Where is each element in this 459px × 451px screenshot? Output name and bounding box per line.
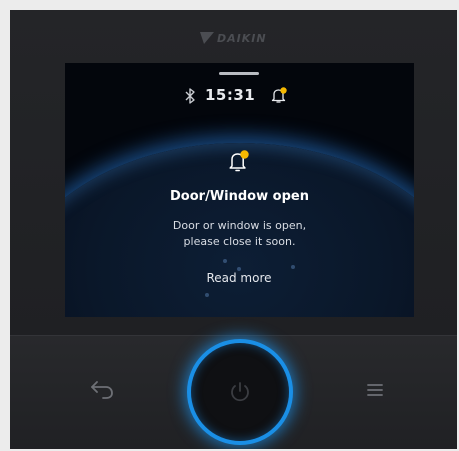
alert-message-line: please close it soon. xyxy=(183,235,296,248)
notification-bell-icon[interactable] xyxy=(270,86,288,104)
brand-name: DAIKIN xyxy=(217,31,267,45)
daikin-logo-icon xyxy=(200,32,214,44)
screen-sparkle xyxy=(205,293,209,297)
power-button[interactable] xyxy=(191,343,289,441)
display-screen: 15:31 Door/Window open Door or window is… xyxy=(65,63,414,317)
screen-sparkle xyxy=(291,265,295,269)
bluetooth-icon xyxy=(185,88,195,104)
alert-message: Door or window is open, please close it … xyxy=(65,218,414,250)
brand-logo: DAIKIN xyxy=(200,30,267,46)
clock-time: 15:31 xyxy=(205,86,256,104)
alert-message-line: Door or window is open, xyxy=(172,219,307,232)
read-more-link[interactable]: Read more xyxy=(189,271,289,285)
alert-title: Door/Window open xyxy=(170,189,309,204)
status-bar: 15:31 xyxy=(65,85,414,105)
hamburger-menu-icon[interactable] xyxy=(364,380,386,400)
power-icon xyxy=(231,382,249,402)
alert-bell-icon xyxy=(229,150,249,172)
thermostat-device: DAIKIN 15:31 Door/Window open Door or wi… xyxy=(10,10,457,449)
pull-handle[interactable] xyxy=(219,72,259,75)
back-arrow-icon[interactable] xyxy=(88,376,118,402)
panel-divider xyxy=(10,335,457,336)
screen-sparkle xyxy=(223,259,227,263)
